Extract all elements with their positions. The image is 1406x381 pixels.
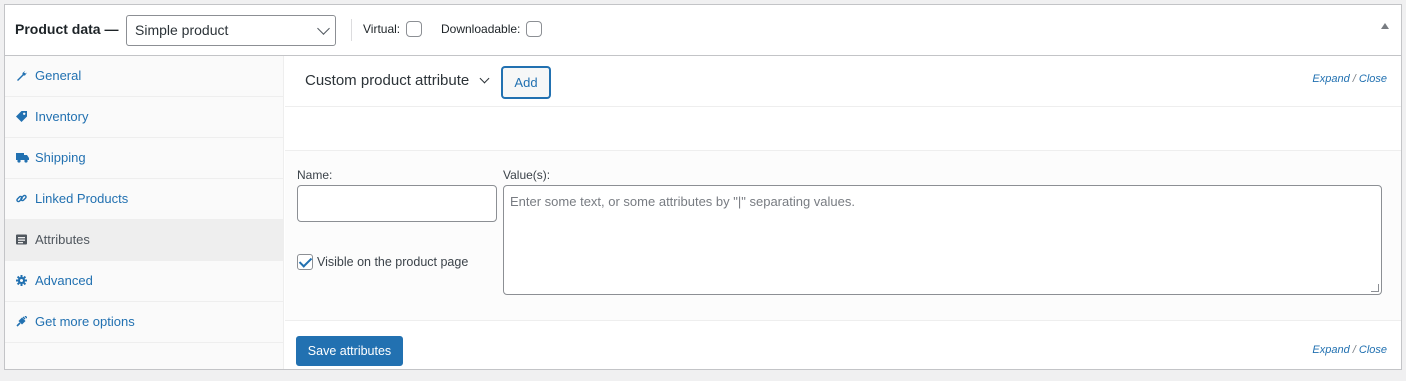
close-link[interactable]: Close [1359,73,1387,85]
values-placeholder: Enter some text, or some attributes by "… [510,194,855,209]
sidebar-item-label: Shipping [35,150,86,165]
sidebar-item-label: General [35,68,82,83]
virtual-label: Virtual: [363,22,401,36]
product-data-header: Product data — Simple product Virtual: D… [5,5,1401,56]
attribute-row: Name: Value(s): Enter some text, or some… [285,150,1401,321]
sidebar-item-label: Attributes [35,232,90,247]
attribute-values-textarea[interactable]: Enter some text, or some attributes by "… [503,185,1382,295]
sidebar-item-label: Inventory [35,109,89,124]
close-link[interactable]: Close [1359,344,1387,356]
expand-link[interactable]: Expand [1312,344,1349,356]
sidebar-item-inventory[interactable]: Inventory [5,97,283,138]
sidebar-item-linked-products[interactable]: Linked Products [5,179,283,220]
add-attribute-button[interactable]: Add [502,67,550,98]
sidebar-item-attributes[interactable]: Attributes [5,220,283,261]
name-label: Name: [297,168,333,182]
attributes-panel: Custom product attribute Add Expand / Cl… [285,56,1401,369]
sidebar-item-label: Linked Products [35,191,129,206]
sidebar-item-general[interactable]: General [5,56,283,97]
product-type-select[interactable]: Simple product [126,15,336,46]
link-separator: / [1352,73,1356,85]
truck-icon [16,152,29,163]
save-attributes-button[interactable]: Save attributes [296,336,403,366]
product-data-tabs: General Inventory Shipping Linked Produc… [5,56,284,369]
downloadable-label: Downloadable: [441,22,521,36]
expand-close-links-top: Expand / Close [1312,73,1387,85]
visible-on-product-page-label: Visible on the product page [317,255,469,269]
link-icon [16,193,27,204]
expand-close-links-bottom: Expand / Close [1312,344,1387,356]
virtual-checkbox[interactable] [406,21,422,37]
sidebar-item-get-more-options[interactable]: Get more options [5,302,283,343]
chevron-down-icon [479,73,490,84]
product-type-value: Simple product [135,22,229,38]
chevron-down-icon [317,22,330,35]
sidebar-item-advanced[interactable]: Advanced [5,261,283,302]
sidebar-item-label: Get more options [35,314,135,329]
visible-on-product-page-checkbox[interactable] [297,254,313,270]
link-separator: / [1352,344,1356,356]
attributes-toolbar: Custom product attribute Add Expand / Cl… [285,56,1401,107]
attribute-type-select[interactable]: Custom product attribute [305,72,490,89]
collapse-panel-icon[interactable] [1381,23,1389,29]
tag-icon [16,111,27,122]
plug-icon [16,315,28,327]
wrench-icon [16,70,27,81]
values-label: Value(s): [503,168,551,182]
downloadable-checkbox[interactable] [526,21,542,37]
resize-handle-icon[interactable] [1371,284,1379,292]
gear-icon [16,275,27,286]
list-icon [16,234,27,245]
product-data-panel: Product data — Simple product Virtual: D… [4,4,1402,370]
expand-link[interactable]: Expand [1312,73,1349,85]
attribute-type-value: Custom product attribute [305,72,470,89]
header-divider [351,19,352,41]
attribute-name-input[interactable] [297,185,497,222]
panel-title: Product data — [15,21,119,37]
sidebar-item-label: Advanced [35,273,93,288]
sidebar-item-shipping[interactable]: Shipping [5,138,283,179]
